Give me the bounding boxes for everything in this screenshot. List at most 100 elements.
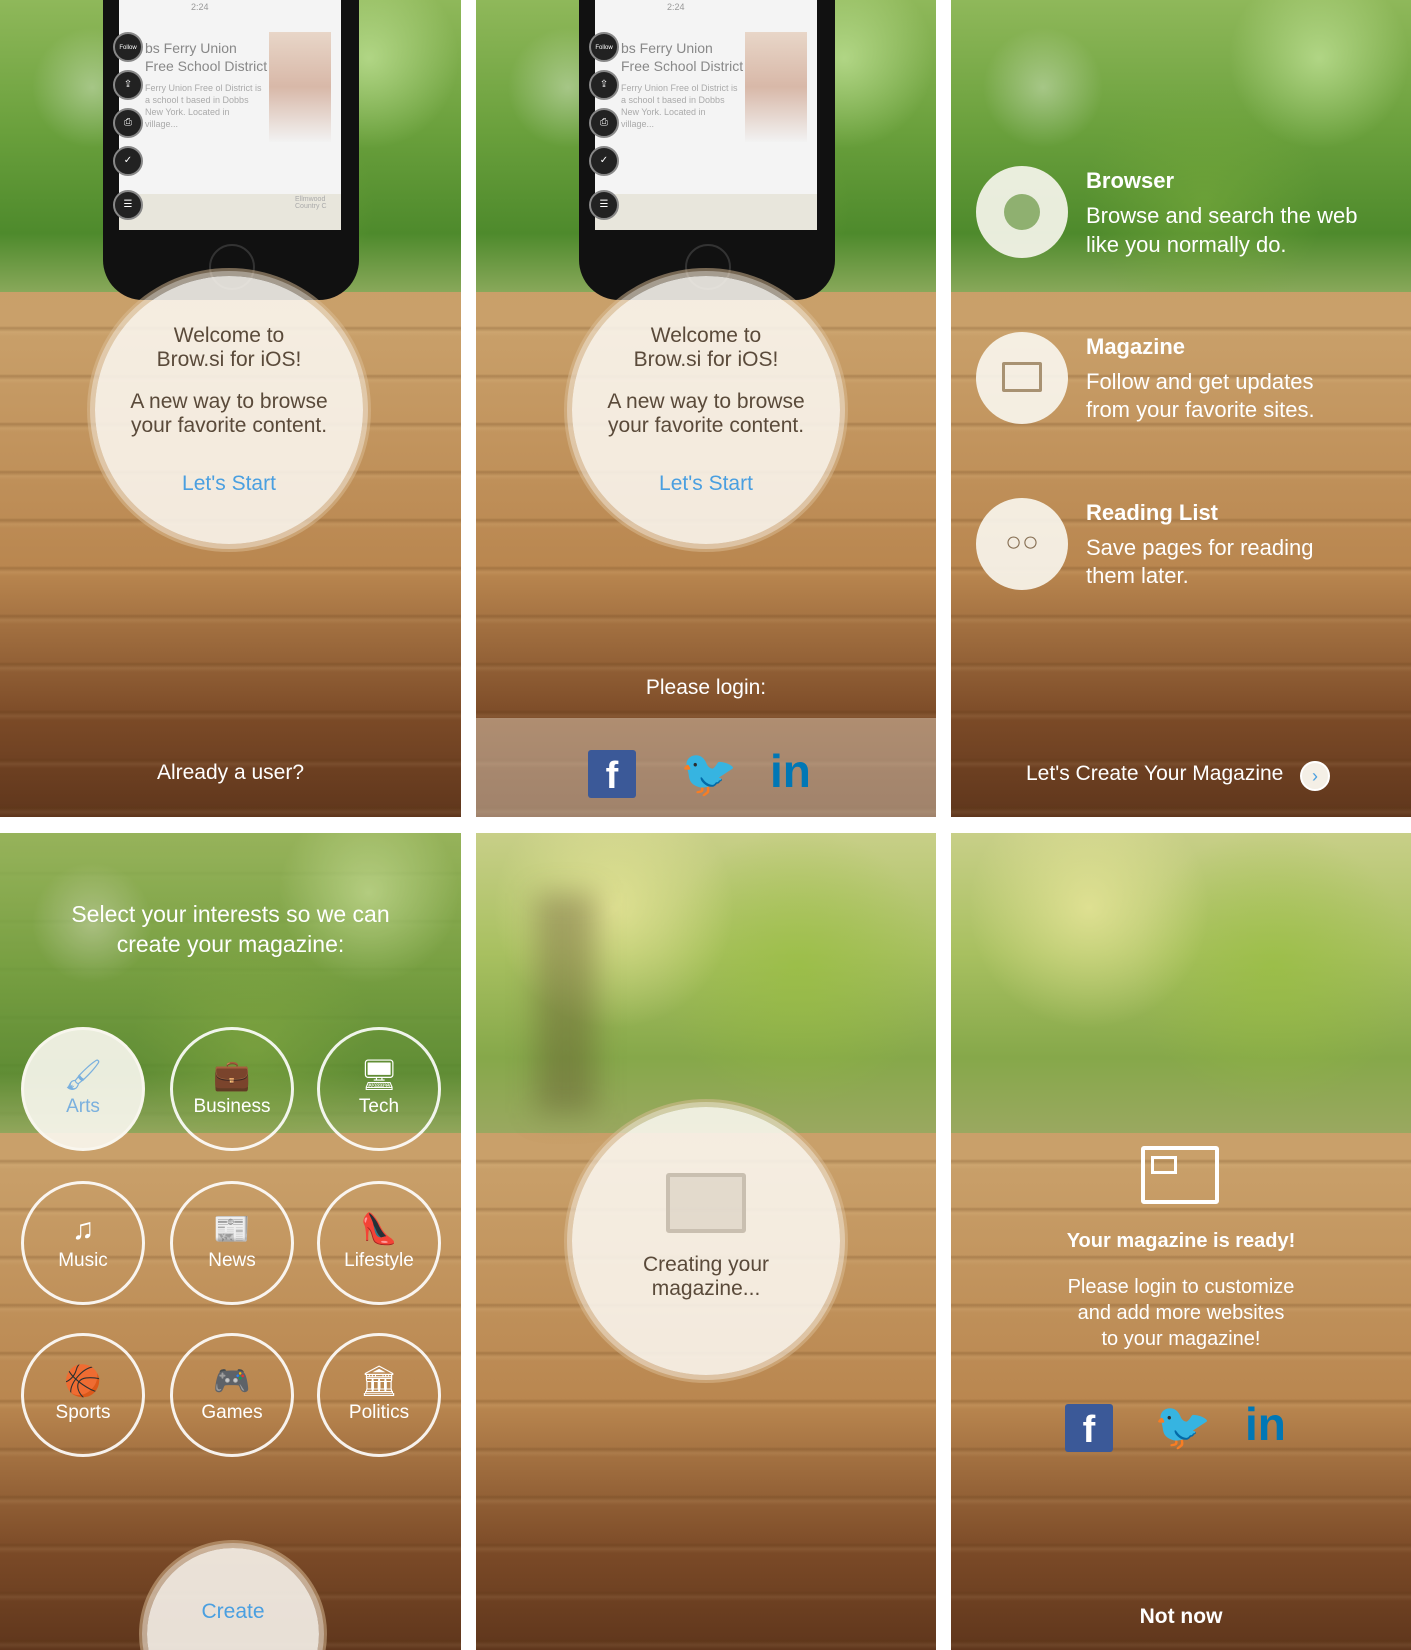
create-magazine-link[interactable]: Let's Create Your Magazine (1026, 762, 1283, 786)
share-icon[interactable]: ⇪ (589, 70, 619, 100)
welcome-title-1: Welcome to (650, 324, 762, 347)
interests-heading-2: create your magazine: (116, 931, 345, 957)
ready-line-1: Please login to customize (1067, 1276, 1295, 1298)
welcome-title-2: Brow.si for iOS! (633, 348, 779, 371)
gamepad-icon: 🎮 (213, 1365, 251, 1398)
newspaper-icon (976, 332, 1068, 424)
phone-mockup: 2:24 bs Ferry Union Free School District… (103, 0, 359, 300)
welcome-sub-1: A new way to browse (130, 390, 328, 413)
welcome-sub-1: A new way to browse (607, 390, 805, 413)
interest-label: Business (193, 1096, 271, 1117)
interest-news[interactable]: 📰 News (170, 1181, 294, 1305)
interest-label: Arts (66, 1096, 100, 1117)
status-time: 2:24 (191, 2, 209, 12)
follow-icon[interactable]: Follow (113, 32, 143, 62)
feature-browser-title: Browser (1086, 168, 1175, 193)
interest-games[interactable]: 🎮 Games (170, 1333, 294, 1457)
save-icon[interactable]: ⎙ (589, 108, 619, 138)
reader-icon[interactable]: ☰ (113, 190, 143, 220)
interest-sports[interactable]: 🏀 Sports (21, 1333, 145, 1457)
follow-icon[interactable]: Follow (589, 32, 619, 62)
tree-trunk (536, 893, 596, 1113)
interest-label: News (208, 1250, 256, 1271)
welcome-title-2: Brow.si for iOS! (156, 348, 302, 371)
status-time: 2:24 (667, 2, 685, 12)
feature-reading-line1: Save pages for reading (1086, 535, 1314, 560)
create-button[interactable]: Create (147, 1548, 319, 1650)
lets-start-link[interactable]: Let's Start (572, 472, 840, 496)
interest-tech[interactable]: 🖥 Tech (317, 1027, 441, 1151)
map-strip (595, 194, 817, 230)
interest-politics[interactable]: 🏛 Politics (317, 1333, 441, 1457)
share-icon[interactable]: ⇪ (113, 70, 143, 100)
map-label: Ellmwood Country C (295, 196, 327, 210)
panel-welcome: 2:24 bs Ferry Union Free School District… (0, 0, 461, 817)
briefcase-icon: 💼 (213, 1059, 251, 1092)
newspaper-icon (1141, 1146, 1219, 1204)
interest-label: Lifestyle (344, 1250, 414, 1271)
phone-mockup: 2:24 bs Ferry Union Free School District… (579, 0, 835, 300)
glasses-icon: ○○ (976, 498, 1068, 590)
capitol-icon: 🏛 (359, 1365, 399, 1398)
basketball-icon: 🏀 (64, 1365, 102, 1398)
article-body: Ferry Union Free ol District is a school… (621, 83, 738, 129)
interest-lifestyle[interactable]: 👠 Lifestyle (317, 1181, 441, 1305)
panel-login: 2:24 bs Ferry Union Free School District… (476, 0, 936, 817)
phone-screen: 2:24 bs Ferry Union Free School District… (595, 0, 817, 230)
twitter-login-button[interactable]: 🐦 (1154, 1399, 1211, 1454)
ready-line-2: and add more websites (1077, 1302, 1285, 1324)
linkedin-login-button[interactable]: in (1245, 1397, 1286, 1451)
background-foliage (951, 833, 1411, 1133)
article-headline-1: bs Ferry Union (145, 40, 237, 56)
phone-screen: 2:24 bs Ferry Union Free School District… (119, 0, 341, 230)
welcome-circle: Welcome to Brow.si for iOS! A new way to… (95, 276, 363, 544)
lets-start-link[interactable]: Let's Start (95, 472, 363, 496)
newspaper-icon: 📰 (213, 1213, 251, 1246)
interest-business[interactable]: 💼 Business (170, 1027, 294, 1151)
welcome-circle: Welcome to Brow.si for iOS! A new way to… (572, 276, 840, 544)
interests-heading-1: Select your interests so we can (71, 901, 390, 927)
feature-magazine-title: Magazine (1086, 334, 1186, 359)
panel-ready: Your magazine is ready! Please login to … (951, 833, 1411, 1650)
not-now-link[interactable]: Not now (951, 1605, 1411, 1629)
pocket-icon[interactable]: ✓ (113, 146, 143, 176)
high-heel-icon: 👠 (360, 1213, 398, 1246)
feature-browser-line1: Browse and search the web (1086, 203, 1358, 228)
linkedin-login-button[interactable]: in (770, 744, 811, 798)
panel-interests: Select your interests so we can create y… (0, 833, 461, 1650)
ready-title: Your magazine is ready! (1066, 1230, 1296, 1252)
facebook-login-button[interactable]: f (588, 750, 636, 798)
welcome-title-1: Welcome to (173, 324, 285, 347)
feature-magazine-line1: Follow and get updates (1086, 369, 1314, 394)
pocket-icon[interactable]: ✓ (589, 146, 619, 176)
creating-circle: Creating your magazine... (572, 1107, 840, 1375)
welcome-sub-2: your favorite content. (607, 414, 805, 437)
article-headline-2: Free School District (145, 58, 268, 74)
interest-label: Games (201, 1402, 263, 1423)
creating-line-2: magazine... (651, 1277, 761, 1300)
interest-label: Tech (358, 1096, 400, 1117)
music-note-icon: ♫ (71, 1213, 95, 1246)
article-thumbnail (745, 32, 807, 142)
facebook-login-button[interactable]: f (1065, 1404, 1113, 1452)
interest-arts[interactable]: 🖌 Arts (21, 1027, 145, 1151)
article-thumbnail (269, 32, 331, 142)
feature-browser-line2: like you normally do. (1086, 232, 1287, 257)
article-headline-1: bs Ferry Union (621, 40, 713, 56)
interest-label: Sports (55, 1402, 111, 1423)
brush-icon: 🖌 (63, 1059, 103, 1092)
panel-features: Browser Browse and search the web like y… (951, 0, 1411, 817)
ready-line-3: to your magazine! (1101, 1328, 1261, 1350)
feature-reading-title: Reading List (1086, 500, 1219, 525)
save-icon[interactable]: ⎙ (113, 108, 143, 138)
please-login-label: Please login: (645, 676, 767, 699)
already-user-link[interactable]: Already a user? (0, 761, 461, 785)
interest-music[interactable]: ♫ Music (21, 1181, 145, 1305)
reader-icon[interactable]: ☰ (589, 190, 619, 220)
feature-reading-line2: them later. (1086, 563, 1189, 588)
globe-icon (976, 166, 1068, 258)
twitter-login-button[interactable]: 🐦 (680, 746, 737, 801)
chevron-right-icon[interactable]: › (1300, 761, 1330, 791)
article-body: Ferry Union Free ol District is a school… (145, 83, 262, 129)
newspaper-icon (666, 1173, 746, 1233)
